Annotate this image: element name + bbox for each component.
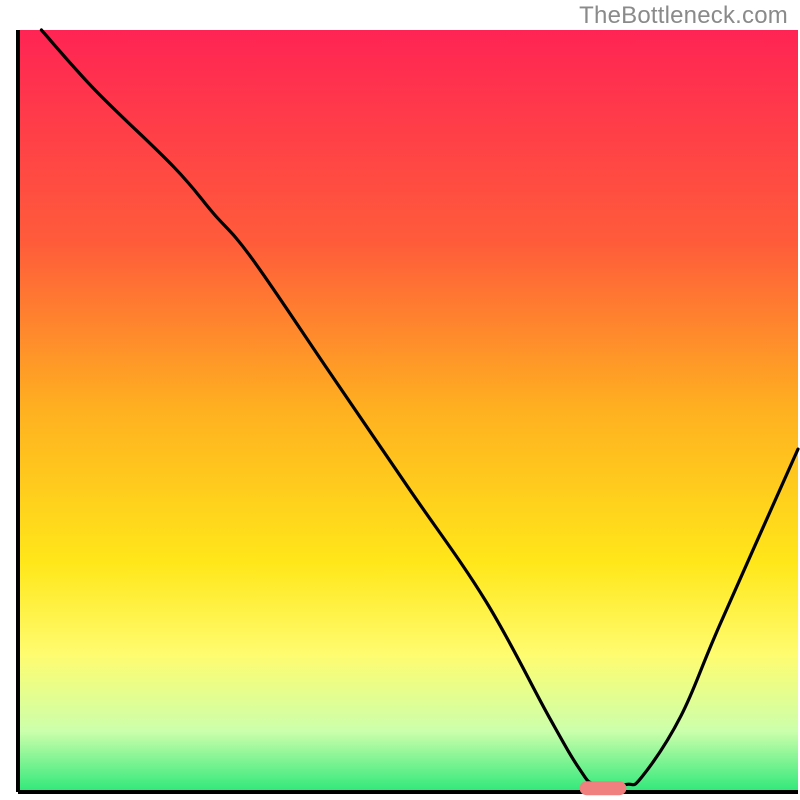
gradient-background (18, 30, 798, 792)
chart-svg (0, 0, 800, 800)
optimal-marker (580, 781, 627, 795)
bottleneck-chart: TheBottleneck.com (0, 0, 800, 800)
watermark-text: TheBottleneck.com (579, 2, 788, 30)
plot-area (18, 30, 798, 795)
